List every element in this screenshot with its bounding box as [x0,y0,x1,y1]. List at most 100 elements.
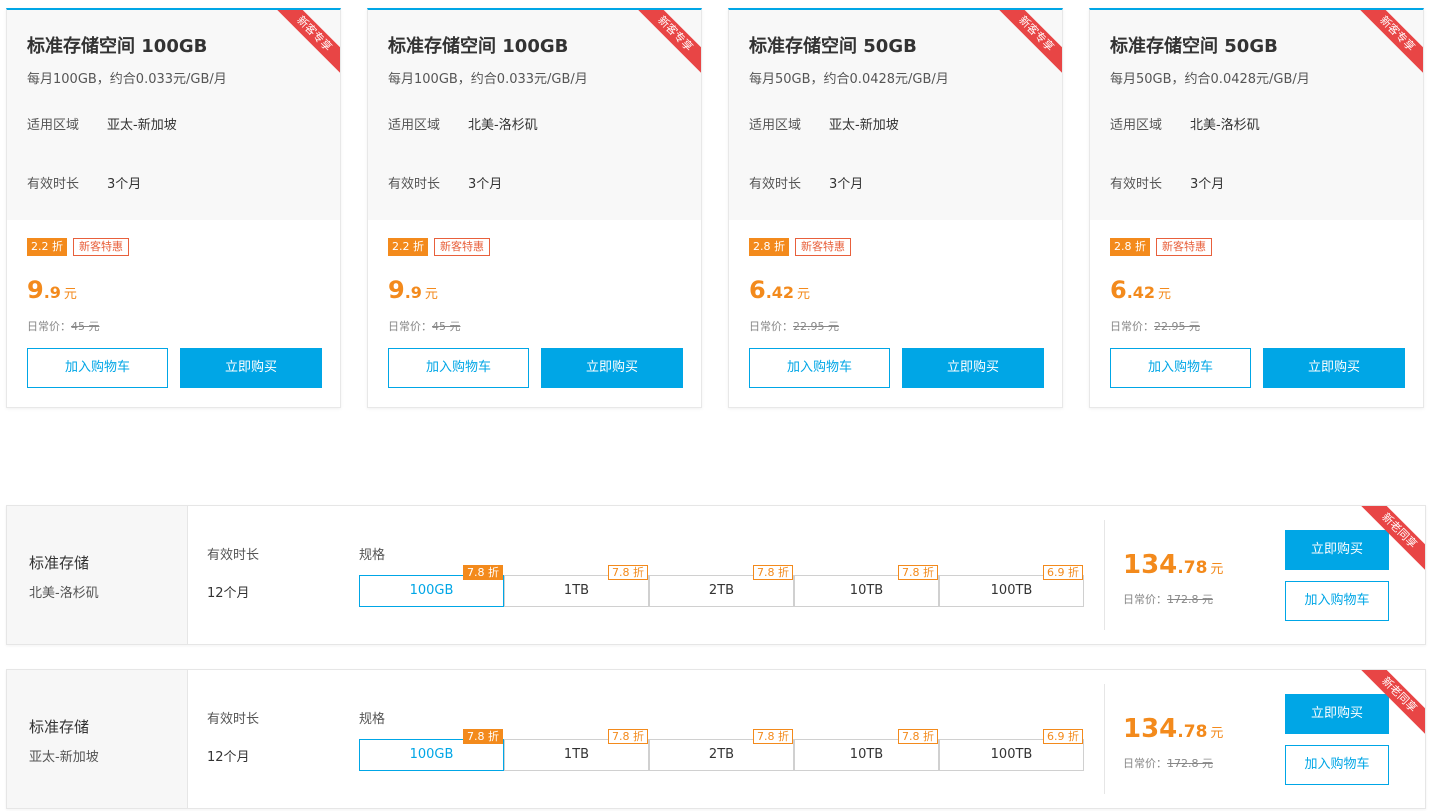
new-customer-badge: 新客特惠 [73,238,129,256]
price-decimal: .9 [404,283,422,302]
duration-value: 12个月 [207,750,250,765]
price: 9.9 元 [388,276,438,304]
offer-info-panel [7,506,188,644]
duration-label: 有效时长 [207,712,260,727]
duration-label: 有效时长 [207,548,260,563]
price-integer: 6 [749,276,766,304]
ribbon-label: 新客专享 [273,10,340,75]
ribbon-label: 新客专享 [634,10,701,75]
price-unit: 元 [1210,562,1224,577]
price-unit: 元 [1210,726,1224,741]
original-price-label: 日常价： [388,320,432,333]
price-integer: 9 [27,276,44,304]
card-description: 每月50GB，约合0.0428元/GB/月 [1110,72,1310,87]
original-price-label: 日常价： [1123,757,1167,770]
spec-option-10tb[interactable]: 10TB 7.8 折 [794,565,939,607]
discount-tag: 2.8 折 [1110,238,1150,256]
original-price: 日常价：22.95 元 [1110,318,1200,334]
duration-value: 3个月 [468,177,503,192]
duration-label: 有效时长 [27,177,80,192]
original-price: 日常价：22.95 元 [749,318,839,334]
spec-label: 规格 [359,712,386,727]
spec-option-100gb[interactable]: 100GB 7.8 折 [359,565,504,607]
offer-name: 标准存储 [29,554,90,572]
add-to-cart-button[interactable]: 加入购物车 [388,348,529,388]
original-price-value: 172.8 元 [1167,593,1213,606]
spec-discount-tag: 7.8 折 [753,729,793,744]
original-price-value: 172.8 元 [1167,757,1213,770]
spec-discount-tag: 6.9 折 [1043,565,1083,580]
product-card: 标准存储空间 50GB 每月50GB，约合0.0428元/GB/月 适用区域 北… [1089,8,1424,408]
card-description: 每月50GB，约合0.0428元/GB/月 [749,72,949,87]
add-to-cart-button[interactable]: 加入购物车 [1285,745,1389,785]
spec-option-label: 100GB [409,747,454,762]
offer-name: 标准存储 [29,718,90,736]
region-label: 适用区域 [388,118,441,133]
offer-info-panel [7,670,188,808]
discount-tag: 2.8 折 [749,238,789,256]
new-customer-badge: 新客特惠 [434,238,490,256]
original-price-label: 日常价： [1123,593,1167,606]
buy-now-button[interactable]: 立即购买 [902,348,1044,388]
corner-ribbon: 新客专享 [629,10,701,82]
card-description: 每月100GB，约合0.033元/GB/月 [388,72,588,87]
product-card: 标准存储空间 100GB 每月100GB，约合0.033元/GB/月 适用区域 … [6,8,341,408]
spec-option-label: 10TB [849,747,884,762]
offer-row: 标准存储 亚太-新加坡 有效时长 12个月 规格 100GB 7.8 折 1TB 7… [6,669,1426,809]
ribbon-label: 新客专享 [995,10,1062,75]
spec-option-1tb[interactable]: 1TB 7.8 折 [504,729,649,771]
region-value: 北美-洛杉矶 [1190,118,1260,133]
original-price-label: 日常价： [27,320,71,333]
add-to-cart-button[interactable]: 加入购物车 [1285,581,1389,621]
price-integer: 9 [388,276,405,304]
price-unit: 元 [424,287,438,302]
price-integer: 134 [1123,714,1178,744]
offer-region: 北美-洛杉矶 [29,586,99,601]
region-label: 适用区域 [749,118,802,133]
add-to-cart-button[interactable]: 加入购物车 [27,348,168,388]
card-description: 每月100GB，约合0.033元/GB/月 [27,72,227,87]
original-price: 日常价：172.8 元 [1123,755,1213,771]
duration-label: 有效时长 [749,177,802,192]
region-label: 适用区域 [27,118,80,133]
price-integer: 6 [1110,276,1127,304]
card-title: 标准存储空间 100GB [27,36,208,57]
spec-option-label: 2TB [708,583,735,598]
buy-now-button[interactable]: 立即购买 [180,348,322,388]
region-value: 亚太-新加坡 [829,118,899,133]
price-decimal: .9 [43,283,61,302]
spec-option-2tb[interactable]: 2TB 7.8 折 [649,565,794,607]
spec-option-100tb[interactable]: 100TB 6.9 折 [939,565,1084,607]
spec-option-label: 100TB [990,747,1033,762]
new-customer-badge: 新客特惠 [1156,238,1212,256]
spec-option-2tb[interactable]: 2TB 7.8 折 [649,729,794,771]
spec-option-label: 100GB [409,583,454,598]
spec-option-100tb[interactable]: 100TB 6.9 折 [939,729,1084,771]
spec-option-10tb[interactable]: 10TB 7.8 折 [794,729,939,771]
region-value: 亚太-新加坡 [107,118,177,133]
corner-ribbon: 新客专享 [268,10,340,82]
spec-selector: 100GB 7.8 折 1TB 7.8 折 2TB 7.8 折 10TB 7.8 折 1… [359,729,1084,771]
buy-now-button[interactable]: 立即购买 [1263,348,1405,388]
spec-option-label: 1TB [563,747,590,762]
corner-ribbon: 新客专享 [1351,10,1423,82]
add-to-cart-button[interactable]: 加入购物车 [1110,348,1251,388]
add-to-cart-button[interactable]: 加入购物车 [749,348,890,388]
price-unit: 元 [63,287,77,302]
spec-discount-tag: 7.8 折 [608,729,648,744]
new-customer-badge: 新客特惠 [795,238,851,256]
original-price: 日常价：45 元 [27,318,100,334]
spec-option-100gb[interactable]: 100GB 7.8 折 [359,729,504,771]
spec-option-1tb[interactable]: 1TB 7.8 折 [504,565,649,607]
offer-price: 134.78 元 [1123,714,1223,744]
original-price-value: 45 元 [71,320,100,333]
product-card: 标准存储空间 100GB 每月100GB，约合0.033元/GB/月 适用区域 … [367,8,702,408]
original-price-label: 日常价： [749,320,793,333]
original-price: 日常价：45 元 [388,318,461,334]
original-price-value: 22.95 元 [1154,320,1200,333]
spec-selector: 100GB 7.8 折 1TB 7.8 折 2TB 7.8 折 10TB 7.8 折 1… [359,565,1084,607]
price-decimal: .78 [1177,722,1208,742]
card-title: 标准存储空间 50GB [749,36,917,57]
duration-label: 有效时长 [1110,177,1163,192]
buy-now-button[interactable]: 立即购买 [541,348,683,388]
